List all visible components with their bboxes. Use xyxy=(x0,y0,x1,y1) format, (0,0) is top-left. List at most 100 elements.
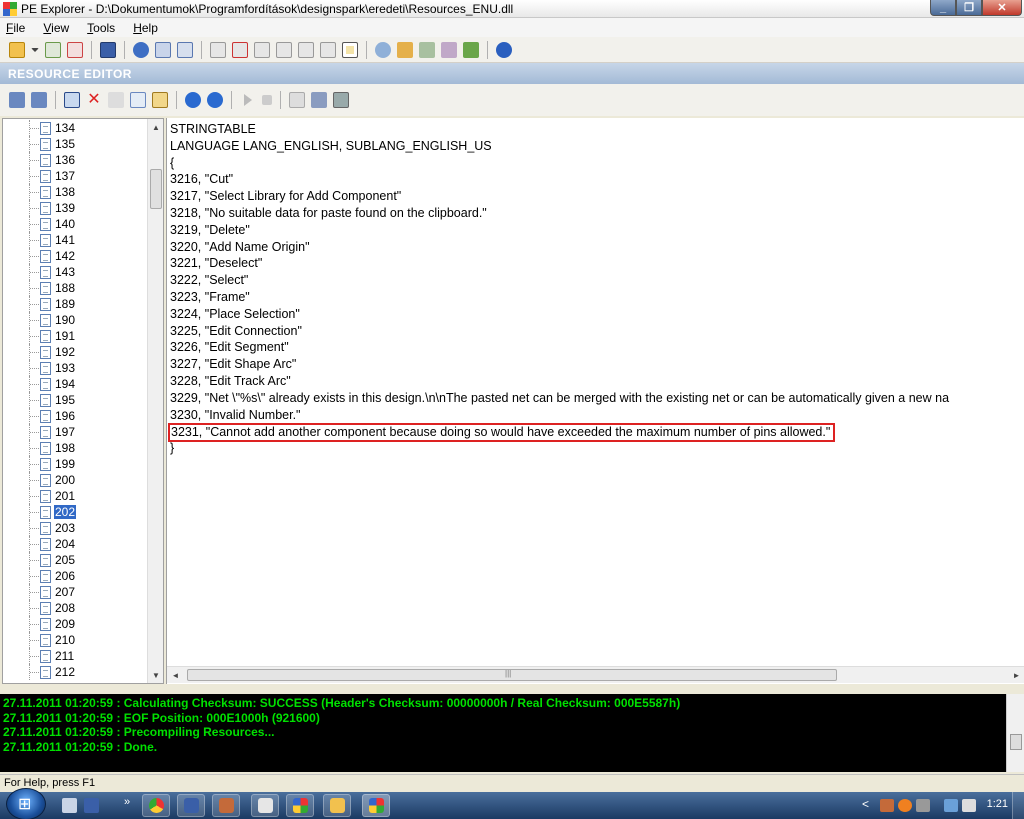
add-resource-icon[interactable] xyxy=(152,92,168,108)
tree-item[interactable]: 142 xyxy=(3,248,149,264)
minimize-button[interactable]: _ xyxy=(930,0,956,16)
tree-item[interactable]: 189 xyxy=(3,296,149,312)
tree-item[interactable]: 200 xyxy=(3,472,149,488)
tree-item[interactable]: 143 xyxy=(3,264,149,280)
tray-app-icon[interactable] xyxy=(880,799,894,812)
start-button[interactable] xyxy=(6,788,46,819)
expand-icon[interactable] xyxy=(31,92,47,108)
code-line[interactable]: 3228, "Edit Track Arc" xyxy=(170,373,1022,390)
data-directories-icon[interactable] xyxy=(155,41,171,58)
tree-item[interactable]: 203 xyxy=(3,520,149,536)
tree-item[interactable]: 134 xyxy=(3,120,149,136)
tree-item[interactable]: 135 xyxy=(3,136,149,152)
tree-item[interactable]: 199 xyxy=(3,456,149,472)
code-line[interactable]: } xyxy=(170,440,1022,457)
tray-clock[interactable]: 1:21 xyxy=(987,798,1008,810)
menu-help[interactable]: Help xyxy=(133,21,158,35)
close-button[interactable]: ✕ xyxy=(982,0,1022,16)
section-headers-icon[interactable] xyxy=(177,41,193,58)
tree-item[interactable]: 188 xyxy=(3,280,149,296)
recent-file-icon[interactable] xyxy=(45,41,61,58)
code-line[interactable]: STRINGTABLE xyxy=(170,121,1022,138)
tree-item[interactable]: 201 xyxy=(3,488,149,504)
tree-item[interactable]: 195 xyxy=(3,392,149,408)
save-quick-icon[interactable] xyxy=(84,798,99,813)
code-line[interactable]: 3227, "Edit Shape Arc" xyxy=(170,356,1022,373)
upload-icon[interactable] xyxy=(207,92,223,108)
network-icon[interactable] xyxy=(944,799,958,812)
quicklaunch-overflow-icon[interactable]: » xyxy=(124,796,130,808)
close-file-icon[interactable] xyxy=(67,41,83,58)
collapse-icon[interactable] xyxy=(9,92,25,108)
tool-3-icon[interactable] xyxy=(419,41,435,58)
scroll-thumb[interactable] xyxy=(1010,734,1022,750)
taskbar-pe-explorer[interactable] xyxy=(286,794,314,817)
taskbar-app-6[interactable] xyxy=(323,794,351,817)
resource-editor-icon[interactable] xyxy=(342,41,358,58)
tree-item[interactable]: 196 xyxy=(3,408,149,424)
scroll-right-icon[interactable]: ► xyxy=(1008,667,1024,684)
show-desktop-button[interactable] xyxy=(1012,792,1024,819)
code-line[interactable]: 3230, "Invalid Number." xyxy=(170,407,1022,424)
tree-item[interactable]: 202 xyxy=(3,504,149,520)
exports-icon[interactable] xyxy=(210,41,226,58)
tree-item[interactable]: 210 xyxy=(3,632,149,648)
open-folder-icon[interactable] xyxy=(9,41,25,58)
resource-tree[interactable]: 134 135 136 137 138 139 140 141 142 143 188 189 190 1… xyxy=(2,118,164,684)
tree-item[interactable]: 198 xyxy=(3,440,149,456)
code-line[interactable]: { xyxy=(170,155,1022,172)
taskbar-app-3[interactable] xyxy=(212,794,240,817)
tool-5-icon[interactable] xyxy=(463,41,479,58)
dropdown-arrow-icon[interactable] xyxy=(31,47,39,52)
export-resource-icon[interactable] xyxy=(333,92,349,108)
stop-icon[interactable] xyxy=(262,95,272,105)
disassembler-icon[interactable] xyxy=(320,41,336,58)
imports-icon[interactable] xyxy=(232,41,248,58)
tree-item[interactable]: 194 xyxy=(3,376,149,392)
tree-item[interactable]: 209 xyxy=(3,616,149,632)
menu-file[interactable]: File xyxy=(6,21,25,35)
scroll-down-icon[interactable]: ▼ xyxy=(148,667,163,683)
tool-4-icon[interactable] xyxy=(441,41,457,58)
tree-item[interactable]: 190 xyxy=(3,312,149,328)
tree-item[interactable]: 138 xyxy=(3,184,149,200)
delete-icon[interactable]: ✕ xyxy=(86,92,102,108)
tree-item[interactable]: 197 xyxy=(3,424,149,440)
help-icon[interactable] xyxy=(496,41,512,58)
code-line[interactable]: 3222, "Select" xyxy=(170,272,1022,289)
compile-icon[interactable] xyxy=(289,92,305,108)
copy-icon[interactable] xyxy=(130,92,146,108)
tree-item[interactable]: 140 xyxy=(3,216,149,232)
code-line[interactable]: 3223, "Frame" xyxy=(170,289,1022,306)
taskbar-save[interactable] xyxy=(177,794,205,817)
edit-resource-icon[interactable] xyxy=(64,92,80,108)
scroll-thumb[interactable] xyxy=(187,669,837,681)
tree-item[interactable]: 208 xyxy=(3,600,149,616)
tray-chevron-icon[interactable]: < xyxy=(862,797,869,811)
tree-item[interactable]: 136 xyxy=(3,152,149,168)
menu-tools[interactable]: Tools xyxy=(87,21,115,35)
highlighted-string-line[interactable]: 3231, "Cannot add another component beca… xyxy=(168,423,836,443)
header-info-icon[interactable] xyxy=(133,41,149,58)
taskbar-pe-explorer-active[interactable] xyxy=(362,794,390,817)
code-line[interactable]: 3220, "Add Name Origin" xyxy=(170,239,1022,256)
tree-item[interactable]: 211 xyxy=(3,648,149,664)
code-line[interactable]: 3221, "Deselect" xyxy=(170,255,1022,272)
tree-item[interactable]: 192 xyxy=(3,344,149,360)
code-line[interactable]: 3218, "No suitable data for paste found … xyxy=(170,205,1022,222)
tree-item[interactable]: 139 xyxy=(3,200,149,216)
download-icon[interactable] xyxy=(185,92,201,108)
tree-item[interactable]: 137 xyxy=(3,168,149,184)
editor-horizontal-scrollbar[interactable]: ◄ ||| ► xyxy=(167,666,1024,683)
code-line[interactable]: 3216, "Cut" xyxy=(170,171,1022,188)
code-line[interactable]: 3229, "Net \"%s\" already exists in this… xyxy=(170,390,1022,407)
tree-item[interactable]: 206 xyxy=(3,568,149,584)
tree-item[interactable]: 193 xyxy=(3,360,149,376)
tree-item[interactable]: 205 xyxy=(3,552,149,568)
taskbar-app-4[interactable] xyxy=(251,794,279,817)
resources-icon[interactable] xyxy=(254,41,270,58)
code-line[interactable]: 3224, "Place Selection" xyxy=(170,306,1022,323)
tree-vertical-scrollbar[interactable]: ▲ ▼ xyxy=(147,119,163,683)
taskbar-chrome[interactable] xyxy=(142,794,170,817)
tree-item[interactable]: 207 xyxy=(3,584,149,600)
